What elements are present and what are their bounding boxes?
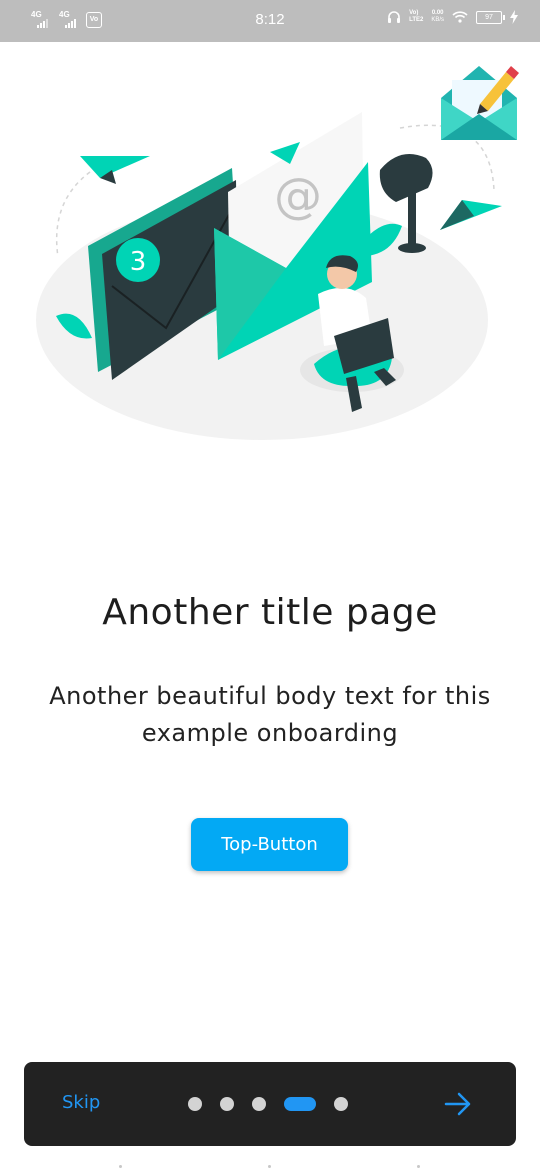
page-body-text: Another beautiful body text for this exa… bbox=[49, 682, 491, 747]
page-dot[interactable] bbox=[334, 1097, 348, 1111]
headphones-icon bbox=[388, 11, 401, 23]
page-dot-active[interactable] bbox=[284, 1097, 316, 1111]
onboarding-illustration: 3 @ bbox=[36, 66, 519, 440]
battery-icon: 97 bbox=[476, 10, 505, 24]
network-speed: 0.00 KB/s bbox=[431, 10, 444, 23]
wifi-icon bbox=[452, 11, 468, 23]
at-symbol: @ bbox=[274, 168, 322, 224]
page-dot[interactable] bbox=[188, 1097, 202, 1111]
volte-indicator: Vo) LTE2 bbox=[409, 10, 424, 23]
page-title: Another title page bbox=[102, 592, 438, 633]
top-button[interactable]: Top-Button bbox=[191, 818, 348, 871]
status-bar: 4G 4G Vo 8:12 Vo) LTE2 0.00 KB/s 97 bbox=[0, 0, 540, 42]
charging-icon bbox=[510, 10, 518, 24]
next-arrow-icon[interactable] bbox=[444, 1090, 472, 1118]
page-indicator bbox=[188, 1097, 348, 1111]
system-nav-bar bbox=[0, 1163, 540, 1170]
onboarding-bottom-bar: Skip bbox=[24, 1062, 516, 1146]
skip-button[interactable]: Skip bbox=[62, 1092, 100, 1113]
envelope-count-badge: 3 bbox=[130, 247, 147, 277]
page-dot[interactable] bbox=[252, 1097, 266, 1111]
page-dot[interactable] bbox=[220, 1097, 234, 1111]
